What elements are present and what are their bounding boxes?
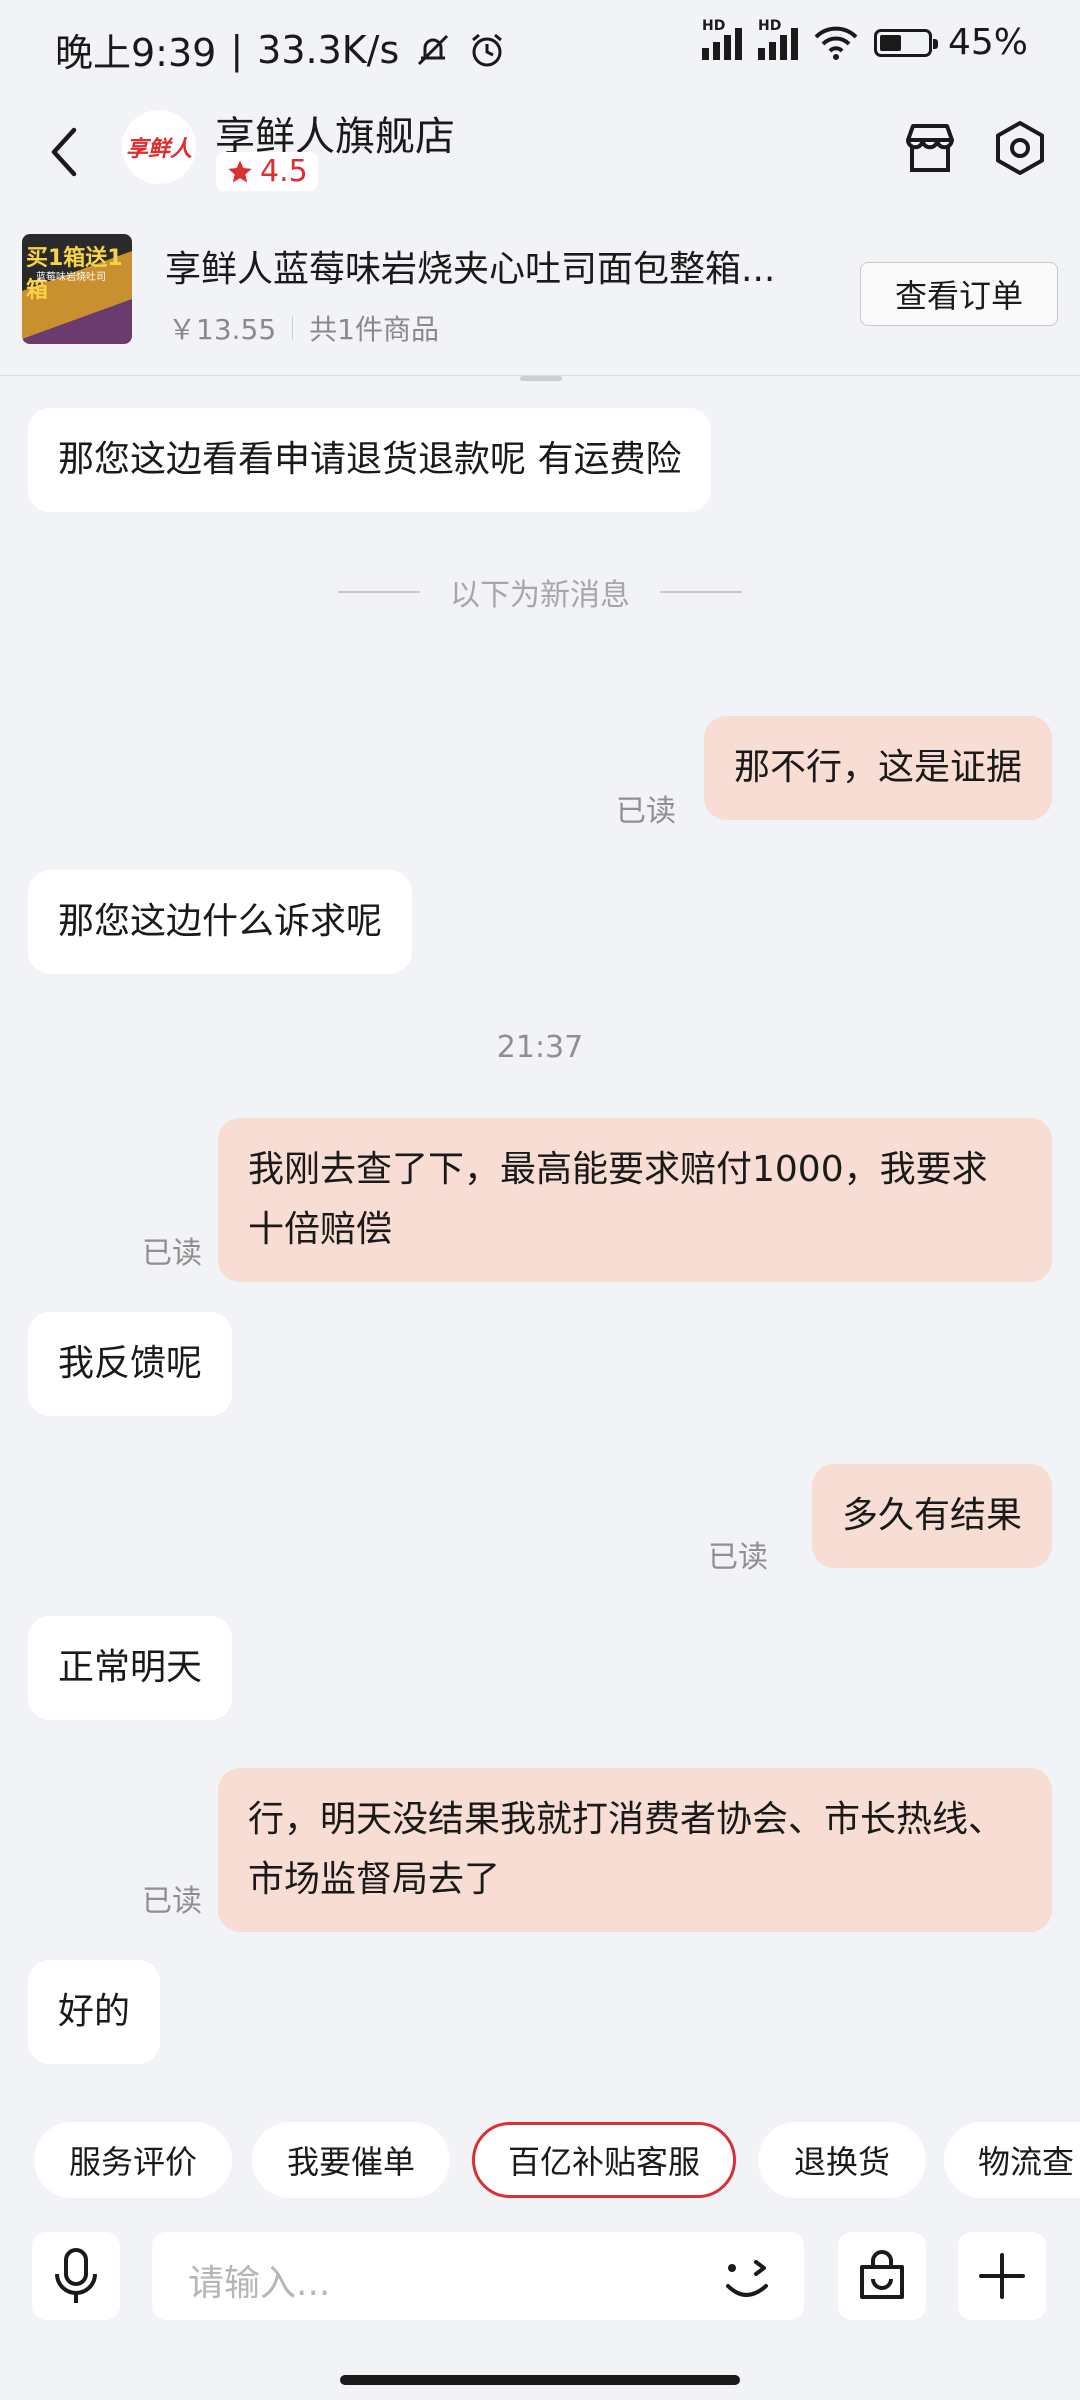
mute-icon bbox=[418, 34, 449, 65]
status-separator: | bbox=[230, 27, 244, 72]
plus-icon bbox=[979, 2253, 1025, 2299]
alarm-icon bbox=[472, 33, 503, 66]
message-input[interactable]: 请输入... bbox=[152, 2232, 804, 2320]
signal-icon: HD bbox=[701, 18, 742, 60]
rating-value: 4.5 bbox=[260, 154, 308, 189]
signal-icon-2: HD bbox=[757, 18, 798, 60]
voice-button[interactable] bbox=[32, 2232, 120, 2320]
battery-icon bbox=[873, 28, 938, 57]
message-bubble-in[interactable]: 我反馈呢 bbox=[28, 1312, 233, 1416]
view-order-button[interactable]: 查看订单 bbox=[860, 262, 1058, 326]
emoji-icon[interactable] bbox=[718, 2248, 778, 2308]
read-receipt: 已读 bbox=[142, 1236, 202, 1271]
settings-icon[interactable] bbox=[990, 118, 1050, 178]
message-bubble-in[interactable]: 好的 bbox=[28, 1960, 161, 2064]
meta-divider bbox=[292, 316, 294, 340]
product-count: 共1件商品 bbox=[309, 313, 439, 346]
input-placeholder: 请输入... bbox=[188, 2263, 331, 2304]
wifi-icon bbox=[814, 26, 858, 60]
hd-label: HD bbox=[701, 17, 726, 34]
product-card[interactable]: 买1箱送1箱 蓝莓味岩烧吐司 享鲜人蓝莓味岩烧夹心吐司面包整箱... ￥13.5… bbox=[0, 210, 1080, 376]
message-bubble-in[interactable]: 那您这边看看申请退货退款呢 有运费险 bbox=[28, 408, 712, 512]
microphone-icon bbox=[55, 2248, 97, 2303]
network-speed: 33.3K/s bbox=[257, 27, 400, 72]
product-title[interactable]: 享鲜人蓝莓味岩烧夹心吐司面包整箱... bbox=[165, 240, 835, 292]
more-button[interactable] bbox=[958, 2232, 1046, 2320]
star-icon bbox=[228, 159, 252, 182]
quick-reply-subsidy-service[interactable]: 百亿补贴客服 bbox=[472, 2122, 736, 2198]
quick-reply-logistics[interactable]: 物流查 bbox=[944, 2122, 1080, 2198]
input-bar: 请输入... bbox=[0, 2220, 1080, 2400]
read-receipt: 已读 bbox=[616, 794, 676, 829]
battery-percent: 45% bbox=[947, 22, 1028, 63]
read-receipt: 已读 bbox=[708, 1540, 768, 1575]
shop-rating: 4.5 bbox=[216, 152, 318, 191]
hd-label-2: HD bbox=[757, 17, 782, 34]
timestamp: 21:37 bbox=[496, 1030, 584, 1065]
quick-reply-urge-order[interactable]: 我要催单 bbox=[252, 2122, 450, 2198]
shop-avatar[interactable]: 享鲜人 bbox=[122, 110, 196, 184]
product-meta: ￥13.55 共1件商品 bbox=[168, 308, 439, 348]
message-bubble-out[interactable]: 多久有结果 bbox=[811, 1464, 1052, 1568]
new-messages-divider: 以下为新消息 bbox=[0, 570, 1080, 614]
quick-reply-service-review[interactable]: 服务评价 bbox=[34, 2122, 232, 2198]
message-bubble-out[interactable]: 行，明天没结果我就打消费者协会、市长热线、市场监督局去了 bbox=[218, 1768, 1052, 1932]
shopping-bag-icon bbox=[860, 2250, 904, 2299]
quick-reply-bar: 服务评价 我要催单 百亿补贴客服 退换货 物流查 bbox=[0, 2122, 1080, 2202]
avatar-logo-text: 享鲜人 bbox=[125, 137, 192, 162]
message-bubble-out[interactable]: 我刚去查了下，最高能要求赔付1000，我要求十倍赔偿 bbox=[218, 1118, 1052, 1282]
order-bag-button[interactable] bbox=[838, 2232, 926, 2320]
status-time: 晚上9:39 bbox=[55, 31, 217, 75]
back-arrow-icon[interactable] bbox=[40, 122, 90, 182]
message-bubble-in[interactable]: 正常明天 bbox=[28, 1616, 233, 1720]
read-receipt: 已读 bbox=[142, 1884, 202, 1919]
product-image-subtext: 蓝莓味岩烧吐司 bbox=[36, 272, 106, 283]
message-bubble-out[interactable]: 那不行，这是证据 bbox=[703, 716, 1052, 820]
quick-reply-return-exchange[interactable]: 退换货 bbox=[758, 2122, 926, 2198]
product-image[interactable]: 买1箱送1箱 蓝莓味岩烧吐司 bbox=[22, 234, 132, 344]
product-price: ￥13.55 bbox=[168, 313, 277, 346]
store-icon[interactable] bbox=[900, 118, 960, 178]
home-indicator[interactable] bbox=[340, 2375, 740, 2385]
message-bubble-in[interactable]: 那您这边什么诉求呢 bbox=[28, 870, 413, 974]
collapse-handle[interactable] bbox=[520, 376, 562, 381]
divider-label: 以下为新消息 bbox=[450, 578, 630, 613]
chat-header: 享鲜人 享鲜人旗舰店 4.5 bbox=[0, 100, 1080, 205]
status-bar: 晚上9:39 | 33.3K/s HD HD 45% bbox=[0, 0, 1080, 100]
